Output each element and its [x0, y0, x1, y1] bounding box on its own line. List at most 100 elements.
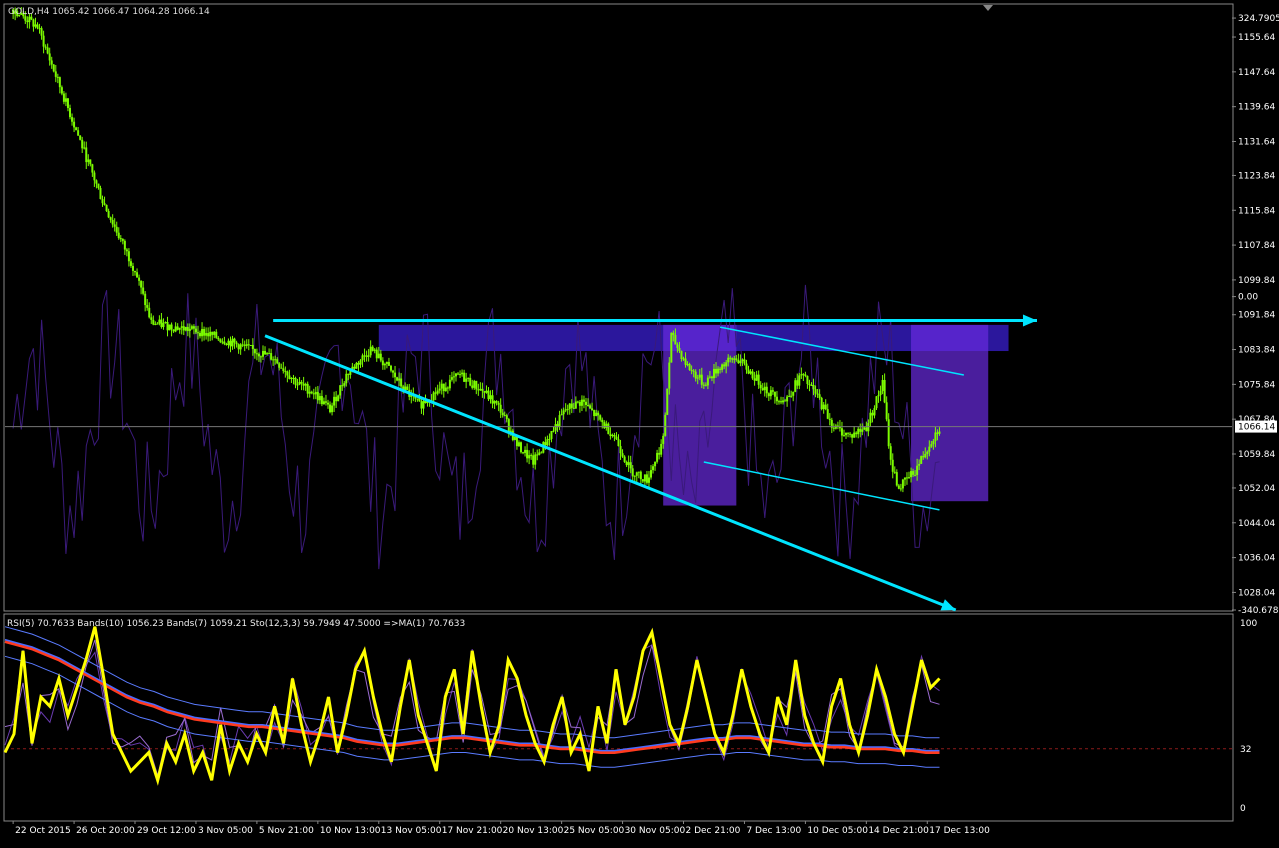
candle-body	[146, 305, 149, 308]
candle-body	[180, 326, 183, 328]
candle-body	[554, 424, 557, 431]
candle-body	[834, 425, 837, 429]
candle-body	[442, 383, 445, 392]
candle-body	[485, 390, 488, 393]
candle-body	[288, 375, 291, 379]
candle-body	[444, 387, 447, 392]
candle-body	[302, 383, 305, 386]
candle-body	[847, 432, 850, 434]
candle-body	[50, 60, 53, 65]
candle-body	[729, 357, 732, 359]
candle-body	[745, 363, 748, 370]
candle-body	[607, 423, 610, 435]
candle-body	[34, 24, 37, 27]
candle-body	[802, 374, 805, 376]
candle-body	[69, 107, 72, 118]
candle-body	[891, 459, 894, 472]
candle-body	[259, 356, 262, 358]
candle-body	[639, 471, 642, 480]
candle-body	[645, 474, 648, 483]
candle-body	[205, 333, 208, 336]
candle-body	[910, 471, 913, 478]
candle-body	[367, 355, 370, 357]
chart-shift-marker-icon[interactable]	[983, 5, 993, 11]
candle-body	[284, 371, 287, 373]
candle-body	[794, 380, 797, 392]
indicator-info: RSI(5) 70.7633 Bands(10) 1056.23 Bands(7…	[7, 619, 465, 629]
candle-body	[199, 332, 202, 337]
time-axis-label: 5 Nov 21:00	[259, 826, 314, 836]
price-axis-label: 1052.04	[1238, 484, 1275, 494]
candle-body	[341, 385, 344, 387]
candle-body	[735, 358, 738, 360]
candle-body	[767, 393, 770, 397]
candle-body	[361, 355, 364, 361]
candle-body	[385, 362, 388, 364]
candle-body	[203, 329, 206, 336]
candle-body	[396, 377, 399, 381]
candle-body	[828, 418, 831, 420]
candle-body	[678, 347, 681, 351]
candle-body	[877, 395, 880, 397]
candle-body	[36, 24, 39, 29]
candle-body	[375, 349, 378, 359]
current-price-label: 1066.14	[1238, 423, 1275, 433]
candle-body	[861, 429, 864, 432]
candle-body	[751, 371, 754, 379]
candle-body	[660, 443, 663, 455]
candle-body	[611, 434, 614, 436]
candle-body	[79, 135, 82, 140]
candle-body	[227, 340, 230, 345]
candle-body	[365, 355, 368, 357]
candle-body	[308, 391, 311, 394]
candle-body	[782, 400, 785, 403]
candle-body	[721, 364, 724, 370]
candle-body	[519, 442, 522, 453]
candle-body	[507, 419, 510, 432]
candle-body	[741, 359, 744, 362]
candle-body	[863, 427, 866, 430]
candle-body	[113, 224, 116, 227]
candle-body	[278, 363, 281, 368]
candle-body	[170, 324, 173, 330]
candle-body	[674, 334, 677, 345]
candle-body	[44, 46, 47, 48]
candle-body	[550, 431, 553, 439]
candle-body	[58, 77, 61, 88]
candle-body	[855, 432, 858, 435]
candle-body	[552, 430, 555, 432]
candle-body	[912, 471, 915, 475]
candle-body	[873, 408, 876, 416]
candle-body	[668, 362, 671, 389]
candle-body	[176, 326, 179, 330]
time-axis-label: 3 Nov 05:00	[198, 826, 253, 836]
candle-body	[168, 324, 171, 331]
candle-body	[134, 270, 137, 273]
candle-body	[822, 404, 825, 410]
time-axis-label: 17 Dec 13:00	[929, 826, 990, 836]
candle-body	[469, 377, 472, 386]
candle-body	[544, 442, 547, 446]
candle-body	[897, 485, 900, 489]
chart-window[interactable]: 324.7905 1155.64 1147.64 1139.64 1131.64 1123…	[0, 0, 1279, 844]
candle-body	[83, 147, 86, 149]
candle-body	[314, 391, 317, 395]
candle-body	[656, 452, 659, 462]
candle-body	[562, 410, 565, 415]
zones-layer	[378, 324, 1009, 506]
time-axis-label: 30 Nov 05:00	[625, 826, 686, 836]
candle-body	[440, 383, 443, 389]
candle-body	[369, 346, 372, 356]
candle-body	[587, 405, 590, 407]
time-axis-label: 22 Oct 2015	[15, 826, 71, 836]
candle-body	[595, 412, 598, 417]
trend-line-lower-wedge[interactable]	[703, 461, 940, 511]
candle-body	[91, 164, 94, 173]
candle-body	[292, 377, 295, 379]
candle-body	[105, 204, 108, 211]
candle-body	[201, 329, 204, 337]
candle-body	[759, 384, 762, 389]
candle-body	[186, 326, 189, 331]
chart-canvas[interactable]: 324.7905 1155.64 1147.64 1139.64 1131.64 1123…	[0, 0, 1279, 844]
candle-body	[652, 466, 655, 471]
